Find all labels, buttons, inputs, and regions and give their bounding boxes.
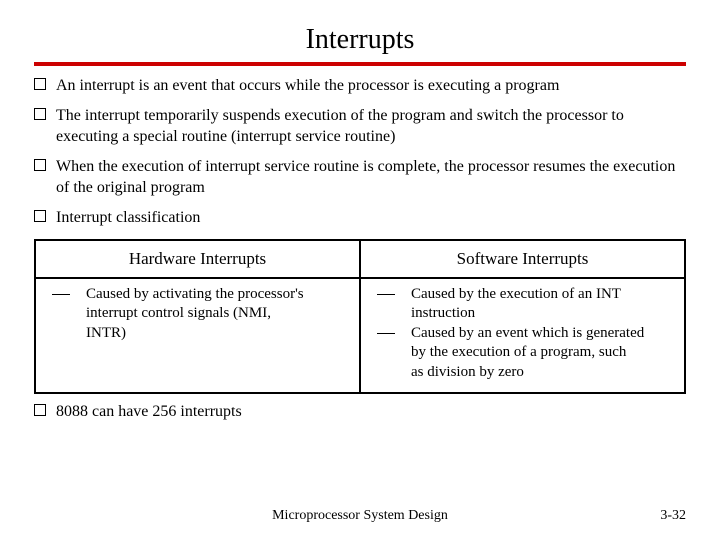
dash-bullet: Caused by an event which is generated <box>371 324 674 344</box>
cont-line: by the execution of a program, such <box>371 343 674 363</box>
bullet-item: 8088 can have 256 interrupts <box>34 402 686 422</box>
slide-footer: Microprocessor System Design 3-32 <box>0 508 720 524</box>
classification-table: Hardware Interrupts Software Interrupts … <box>34 239 686 395</box>
footer-center: Microprocessor System Design <box>0 508 720 524</box>
software-cell: Caused by the execution of an INT instru… <box>360 278 685 394</box>
bullet-text: The interrupt temporarily suspends execu… <box>56 107 624 144</box>
slide: Interrupts An interrupt is an event that… <box>0 0 720 540</box>
cont-line: interrupt control signals (NMI, <box>46 304 349 324</box>
table-header-software: Software Interrupts <box>360 240 685 278</box>
square-bullet-icon <box>34 159 46 171</box>
cont-line: INTR) <box>46 324 349 344</box>
square-bullet-icon <box>34 210 46 222</box>
bullet-text: 8088 can have 256 interrupts <box>56 403 242 420</box>
table-row: Caused by activating the processor's int… <box>35 278 685 394</box>
slide-title: Interrupts <box>34 24 686 56</box>
dash-bullet: Caused by the execution of an INT <box>371 285 674 305</box>
square-bullet-icon <box>34 404 46 416</box>
footer-page-number: 3-32 <box>660 508 686 524</box>
bullet-item: When the execution of interrupt service … <box>34 157 686 198</box>
square-bullet-icon <box>34 108 46 120</box>
bullet-list-bottom: 8088 can have 256 interrupts <box>34 402 686 422</box>
square-bullet-icon <box>34 78 46 90</box>
dash-bullet: Caused by activating the processor's <box>46 285 349 305</box>
cont-line: as division by zero <box>371 363 674 383</box>
bullet-item: An interrupt is an event that occurs whi… <box>34 76 686 96</box>
cont-line: instruction <box>371 304 674 324</box>
table-header-hardware: Hardware Interrupts <box>35 240 360 278</box>
hardware-cell: Caused by activating the processor's int… <box>35 278 360 394</box>
bullet-list: An interrupt is an event that occurs whi… <box>34 76 686 229</box>
bullet-text: An interrupt is an event that occurs whi… <box>56 77 559 94</box>
table-header-row: Hardware Interrupts Software Interrupts <box>35 240 685 278</box>
bullet-item: Interrupt classification <box>34 208 686 228</box>
bullet-item: The interrupt temporarily suspends execu… <box>34 106 686 147</box>
title-rule <box>34 62 686 66</box>
bullet-text: Interrupt classification <box>56 209 200 226</box>
bullet-text: When the execution of interrupt service … <box>56 158 675 195</box>
